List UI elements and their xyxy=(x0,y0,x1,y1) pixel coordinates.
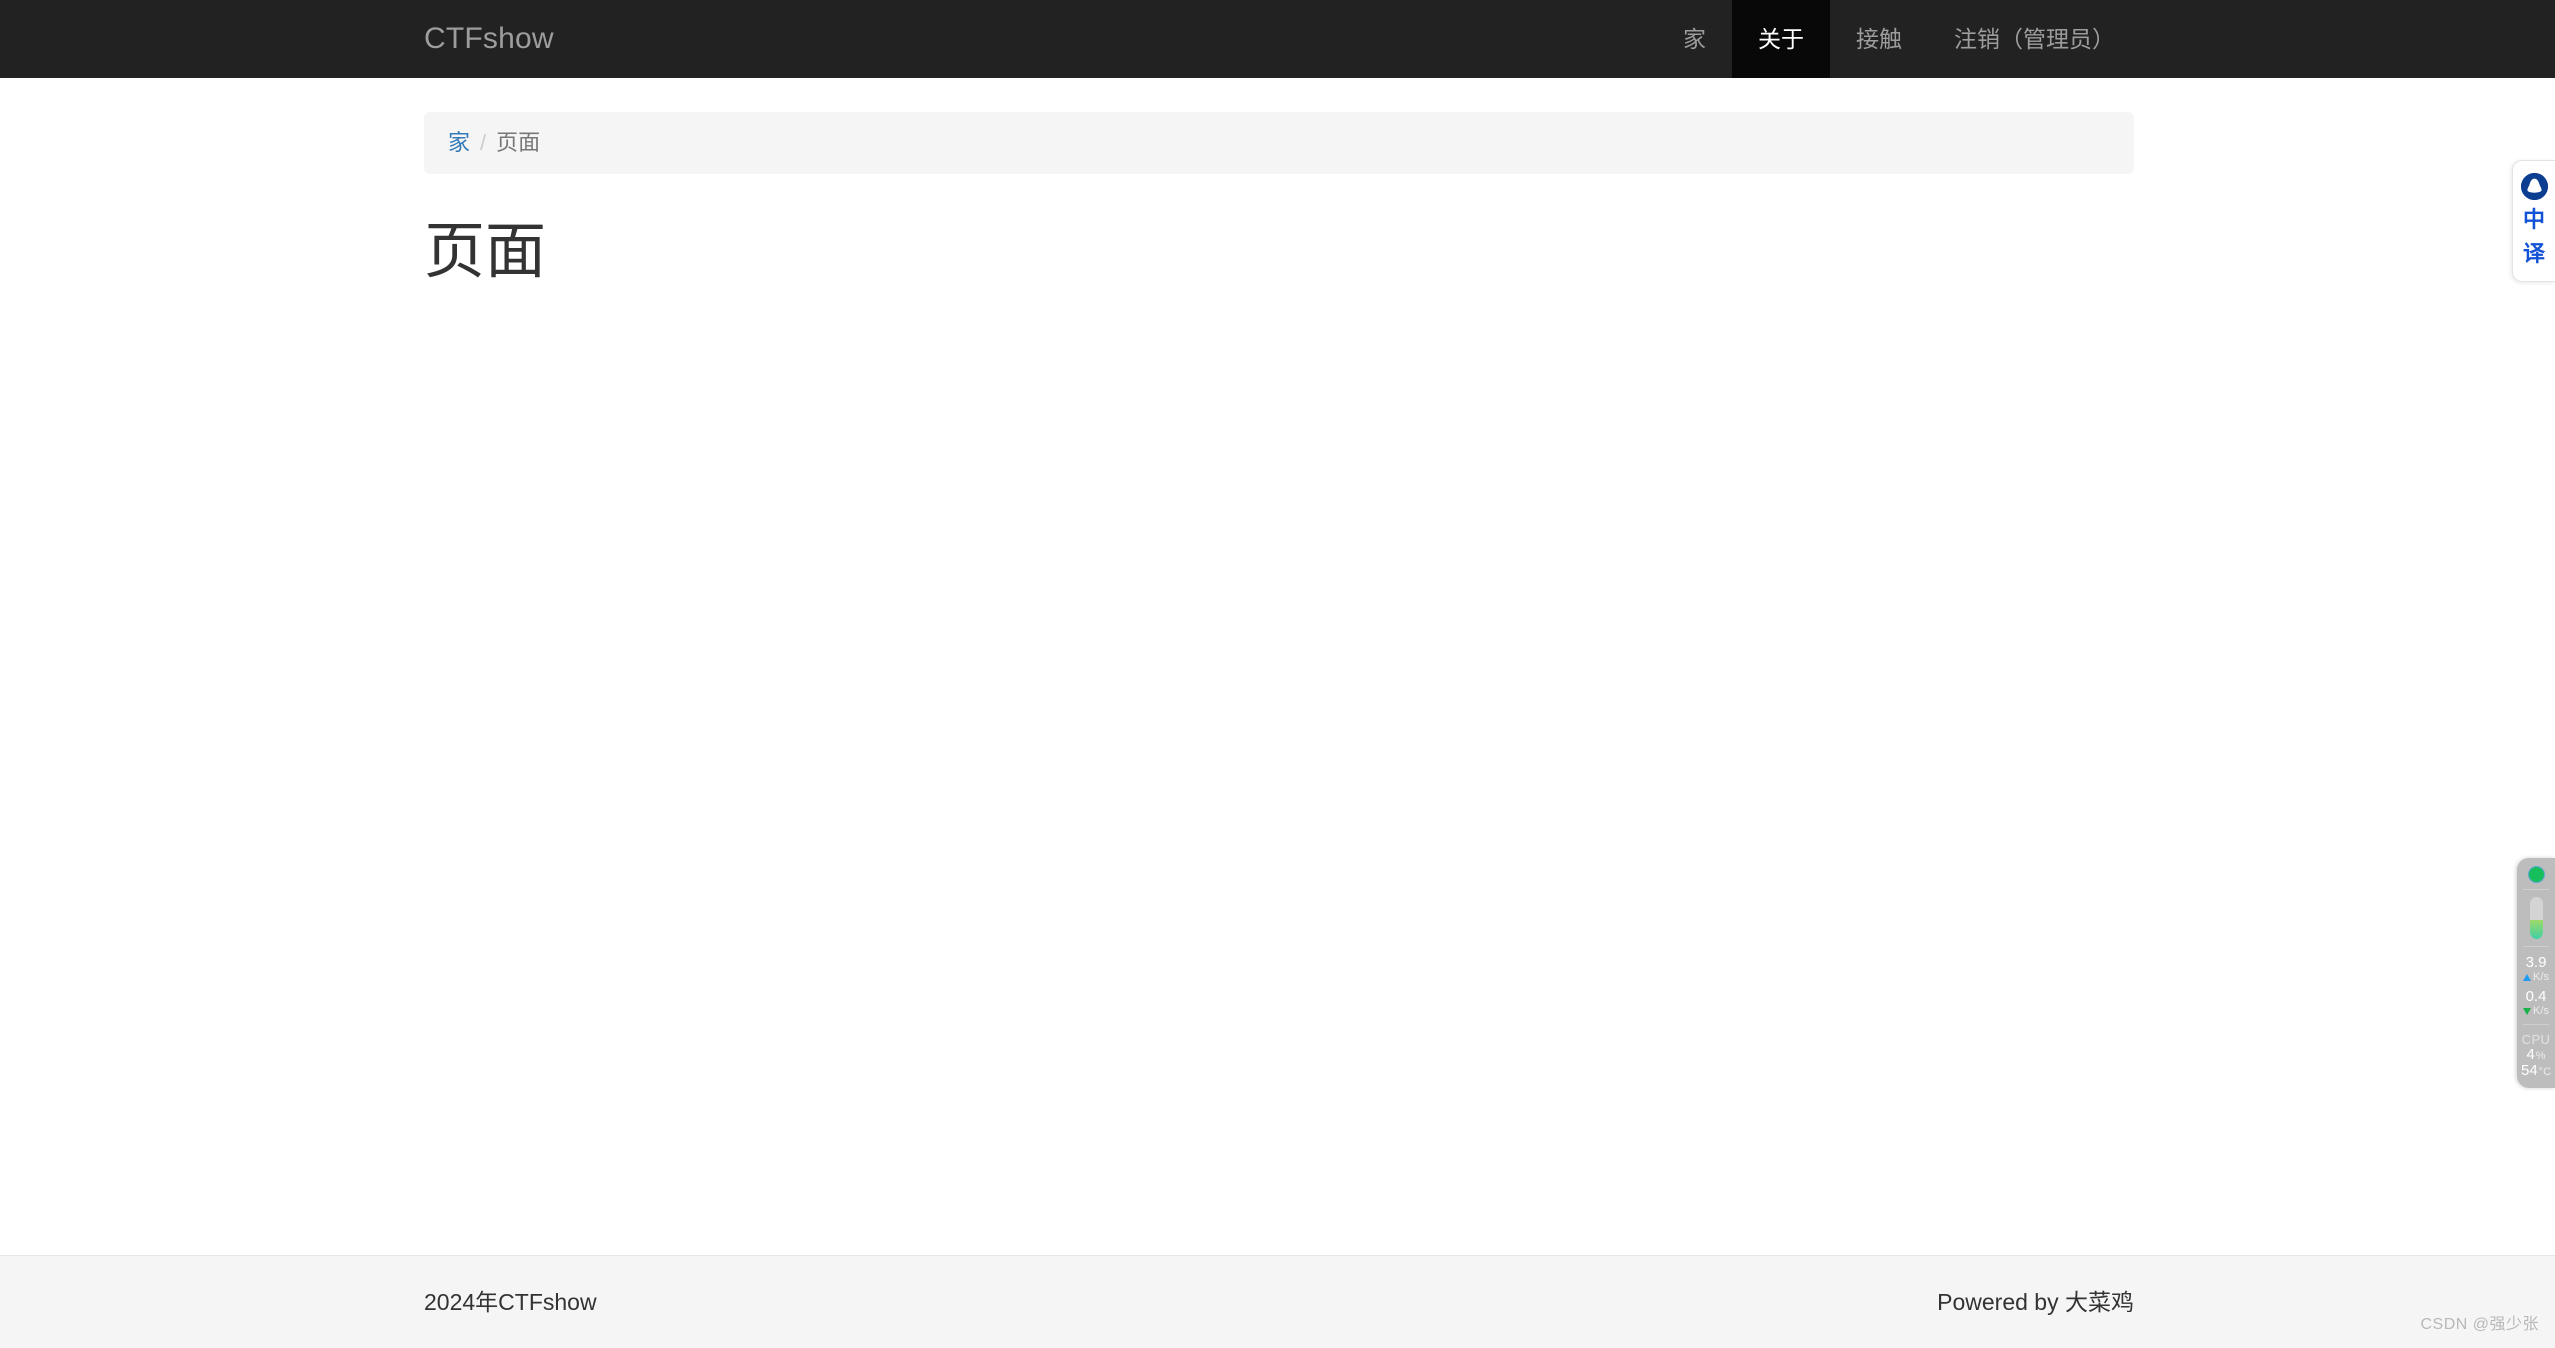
upload-unit: K/s xyxy=(2533,971,2549,983)
footer-inner: 2024年CTFshow Powered by 大菜鸡 xyxy=(424,1256,2134,1348)
cpu-usage-unit: % xyxy=(2535,1050,2546,1062)
cpu-usage-value: 4 xyxy=(2526,1046,2535,1063)
sysmon-divider xyxy=(2523,946,2549,947)
breadcrumb: 家 / 页面 xyxy=(424,112,2134,174)
memory-gauge-fill xyxy=(2529,920,2543,939)
cpu-usage-row: 4 % xyxy=(2526,1047,2545,1063)
status-indicator-icon xyxy=(2528,867,2544,882)
nav-item-contact[interactable]: 接触 xyxy=(1830,0,1928,78)
sysmon-cpu-section: CPU 4 % 54 °C xyxy=(2517,1032,2555,1079)
upload-value: 3.9 xyxy=(2525,954,2547,971)
sysmon-divider xyxy=(2523,889,2549,890)
arrow-down-icon xyxy=(2523,1008,2532,1015)
system-monitor-widget[interactable]: 3.9 K/s 0.4 K/s CPU 4 % 54 °C xyxy=(2517,858,2555,1088)
upload-stat: 3.9 K/s xyxy=(2523,954,2549,983)
translate-char-yi[interactable]: 译 xyxy=(2523,242,2545,268)
download-row: K/s xyxy=(2523,1006,2549,1017)
navbar-nav: 家 关于 接触 注销（管理员） xyxy=(1657,0,2555,78)
footer-powered-by: Powered by 大菜鸡 xyxy=(1937,1288,2134,1315)
top-navbar: CTFshow 家 关于 接触 注销（管理员） xyxy=(0,0,2555,78)
sysmon-network-section: 3.9 K/s 0.4 K/s xyxy=(2517,954,2555,1017)
footer-copyright: 2024年CTFshow xyxy=(424,1288,597,1315)
cpu-label: CPU xyxy=(2521,1032,2551,1047)
breadcrumb-item-current: 页面 xyxy=(496,130,541,155)
translate-logo-icon[interactable] xyxy=(2520,173,2548,200)
memory-gauge xyxy=(2529,897,2543,939)
nav-item-home[interactable]: 家 xyxy=(1657,0,1732,78)
sysmon-divider xyxy=(2523,1024,2549,1025)
main-container: 家 / 页面 页面 xyxy=(424,78,2134,285)
translate-char-zhong[interactable]: 中 xyxy=(2523,208,2545,234)
upload-row: K/s xyxy=(2523,972,2549,983)
navbar-brand[interactable]: CTFshow xyxy=(0,0,554,78)
download-stat: 0.4 K/s xyxy=(2523,988,2549,1017)
nav-item-logout[interactable]: 注销（管理员） xyxy=(1928,0,2141,78)
cpu-temp-value: 54 xyxy=(2520,1061,2538,1079)
translate-widget[interactable]: 中 译 xyxy=(2512,160,2555,283)
sysmon-status-section xyxy=(2517,867,2555,882)
cpu-temp-unit: °C xyxy=(2538,1065,2552,1078)
nav-item-about[interactable]: 关于 xyxy=(1732,0,1830,78)
download-value: 0.4 xyxy=(2525,988,2547,1005)
cpu-temp-row: 54 °C xyxy=(2520,1061,2552,1079)
download-unit: K/s xyxy=(2533,1005,2549,1017)
navbar-spacer xyxy=(554,0,1657,78)
sysmon-memory-section xyxy=(2517,897,2555,939)
page-footer: 2024年CTFshow Powered by 大菜鸡 xyxy=(0,1255,2555,1348)
arrow-up-icon xyxy=(2523,974,2532,981)
breadcrumb-separator: / xyxy=(480,130,487,155)
page-title: 页面 xyxy=(424,217,547,285)
csdn-watermark: CSDN @强少张 xyxy=(2420,1316,2539,1333)
breadcrumb-item-home[interactable]: 家 xyxy=(448,132,470,154)
